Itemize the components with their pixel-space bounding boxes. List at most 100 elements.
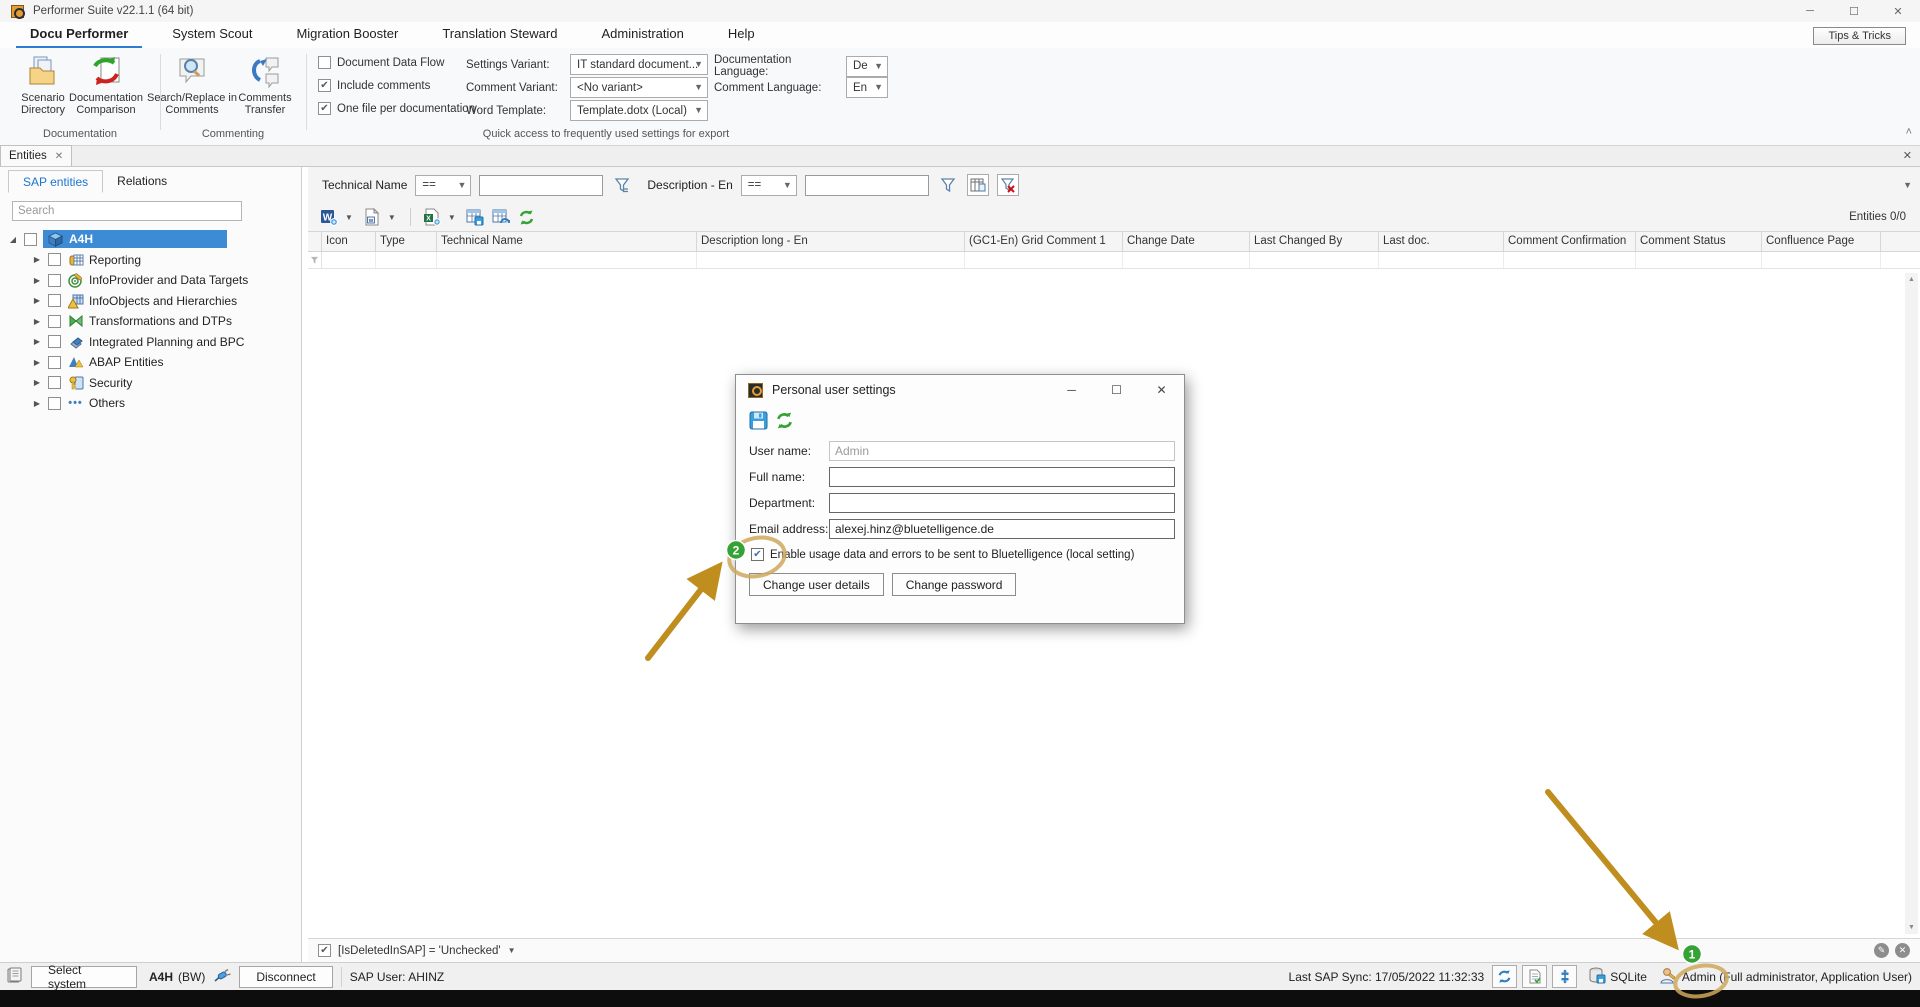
column-header-description[interactable]: Description long - En: [697, 232, 965, 252]
expander-collapsed-icon[interactable]: ▶: [32, 255, 42, 264]
usage-data-checkbox-row[interactable]: ✔ Enable usage data and errors to be sen…: [736, 548, 1184, 561]
chevron-down-icon[interactable]: ▼: [448, 213, 456, 222]
tab-translation-steward[interactable]: Translation Steward: [428, 22, 571, 48]
dialog-minimize-button[interactable]: ─: [1049, 375, 1094, 405]
column-header-confluence-page[interactable]: Confluence Page: [1762, 232, 1881, 252]
change-user-details-button[interactable]: Change user details: [749, 573, 884, 596]
expander-collapsed-icon[interactable]: ▶: [32, 337, 42, 346]
checkbox[interactable]: ✔: [318, 79, 331, 92]
footer-filter-expression[interactable]: [IsDeletedInSAP] = 'Unchecked': [338, 945, 501, 957]
expander-collapsed-icon[interactable]: ▶: [32, 378, 42, 387]
tab-help[interactable]: Help: [714, 22, 769, 48]
tree-item-transformations[interactable]: ▶ Transformations and DTPs: [0, 311, 301, 332]
column-header-last-changed-by[interactable]: Last Changed By: [1250, 232, 1379, 252]
search-input[interactable]: [12, 201, 242, 221]
tree-item-others[interactable]: ▶ ••• Others: [0, 393, 301, 414]
tree-item-abap-entities[interactable]: ▶ ABAP Entities: [0, 352, 301, 373]
vertical-scrollbar[interactable]: ▲ ▼: [1905, 273, 1918, 934]
reload-layout-icon[interactable]: [490, 206, 512, 228]
column-header-comment-status[interactable]: Comment Status: [1636, 232, 1762, 252]
email-field[interactable]: [829, 519, 1175, 539]
save-layout-icon[interactable]: [464, 206, 486, 228]
usage-data-checkbox[interactable]: ✔: [751, 548, 764, 561]
checkbox[interactable]: [48, 376, 61, 389]
checkbox[interactable]: ✔: [318, 102, 331, 115]
export-word-icon[interactable]: W: [318, 206, 340, 228]
checkbox[interactable]: [48, 274, 61, 287]
checkbox[interactable]: [48, 335, 61, 348]
chevron-down-icon[interactable]: ▼: [1903, 180, 1912, 190]
checkbox[interactable]: [48, 253, 61, 266]
filter-icon[interactable]: [937, 174, 959, 196]
expander-collapsed-icon[interactable]: ▶: [32, 296, 42, 305]
tab-sap-entities[interactable]: SAP entities: [8, 170, 103, 193]
column-header-icon[interactable]: Icon: [322, 232, 376, 252]
tree-item-reporting[interactable]: ▶ Reporting: [0, 250, 301, 271]
expander-collapsed-icon[interactable]: ▶: [32, 358, 42, 367]
close-panel-icon[interactable]: ✕: [1903, 149, 1912, 162]
user-avatar-icon[interactable]: [1659, 967, 1677, 987]
technical-name-operator-select[interactable]: ==▼: [415, 175, 471, 196]
tree-item-integrated-planning[interactable]: ▶ Integrated Planning and BPC: [0, 332, 301, 353]
chevron-down-icon[interactable]: ▼: [388, 213, 396, 222]
disconnect-button[interactable]: Disconnect: [239, 966, 332, 988]
column-header-grid-comment[interactable]: (GC1-En) Grid Comment 1: [965, 232, 1123, 252]
close-window-button[interactable]: ✕: [1876, 0, 1920, 22]
department-field[interactable]: [829, 493, 1175, 513]
scroll-down-icon[interactable]: ▼: [1905, 921, 1918, 934]
checkbox[interactable]: [48, 356, 61, 369]
log-document-button[interactable]: [1522, 965, 1547, 988]
checkbox[interactable]: [24, 233, 37, 246]
export-excel-icon[interactable]: X: [421, 206, 443, 228]
dialog-maximize-button[interactable]: ☐: [1094, 375, 1139, 405]
tab-docu-performer[interactable]: Docu Performer: [16, 22, 142, 48]
entities-document-tab[interactable]: Entities ✕: [0, 145, 72, 166]
comment-language-select[interactable]: En▼: [846, 77, 888, 98]
sync-refresh-button[interactable]: [1492, 965, 1517, 988]
description-filter-input[interactable]: [805, 175, 929, 196]
comments-transfer-button[interactable]: Comments Transfer: [232, 52, 298, 116]
tab-relations[interactable]: Relations: [103, 170, 181, 193]
expander-collapsed-icon[interactable]: ▶: [32, 317, 42, 326]
column-header-type[interactable]: Type: [376, 232, 437, 252]
column-header-technical-name[interactable]: Technical Name: [437, 232, 697, 252]
description-operator-select[interactable]: ==▼: [741, 175, 797, 196]
tips-and-tricks-button[interactable]: Tips & Tricks: [1813, 27, 1906, 45]
word-document-icon[interactable]: w: [361, 206, 383, 228]
checkbox[interactable]: [48, 397, 61, 410]
footer-filter-checkbox[interactable]: ✔: [318, 944, 331, 957]
tree-item-infoprovider[interactable]: ▶ InfoProvider and Data Targets: [0, 270, 301, 291]
documentation-language-select[interactable]: De▼: [846, 56, 888, 77]
column-header-last-doc[interactable]: Last doc.: [1379, 232, 1504, 252]
documentation-comparison-button[interactable]: Documentation Comparison: [60, 52, 152, 116]
search-replace-comments-button[interactable]: Search/Replace in Comments: [146, 52, 238, 116]
technical-name-filter-input[interactable]: [479, 175, 603, 196]
close-filter-icon[interactable]: ✕: [1895, 943, 1910, 958]
minimize-window-button[interactable]: ─: [1788, 0, 1832, 22]
filter-panel-icon[interactable]: [967, 174, 989, 196]
expander-expanded-icon[interactable]: ◢: [8, 235, 18, 244]
expander-collapsed-icon[interactable]: ▶: [32, 276, 42, 285]
tab-system-scout[interactable]: System Scout: [158, 22, 266, 48]
checkbox[interactable]: [48, 315, 61, 328]
system-list-icon[interactable]: [6, 967, 23, 987]
scroll-up-icon[interactable]: ▲: [1905, 273, 1918, 286]
tree-item-a4h[interactable]: ◢ A4H: [0, 229, 301, 250]
grid-auto-filter-row[interactable]: [308, 252, 1920, 269]
chevron-down-icon[interactable]: ▼: [508, 946, 516, 955]
word-template-select[interactable]: Template.dotx (Local)▼: [570, 100, 708, 121]
refresh-icon[interactable]: [516, 206, 538, 228]
tree-item-infoobjects[interactable]: ▶ InfoObjects and Hierarchies: [0, 291, 301, 312]
edit-filter-icon[interactable]: ✎: [1874, 943, 1889, 958]
tab-administration[interactable]: Administration: [587, 22, 697, 48]
checkbox[interactable]: [318, 56, 331, 69]
collapse-ribbon-icon[interactable]: ˄: [1906, 126, 1912, 138]
checkbox[interactable]: [48, 294, 61, 307]
full-name-field[interactable]: [829, 467, 1175, 487]
ribbon-checkbox-include-comments[interactable]: ✔ Include comments: [318, 79, 430, 92]
settings-slider-button[interactable]: [1552, 965, 1577, 988]
tree-item-security[interactable]: ▶ Security: [0, 373, 301, 394]
maximize-window-button[interactable]: ☐: [1832, 0, 1876, 22]
chevron-down-icon[interactable]: ▼: [345, 213, 353, 222]
clear-filter-icon[interactable]: [997, 174, 1019, 196]
